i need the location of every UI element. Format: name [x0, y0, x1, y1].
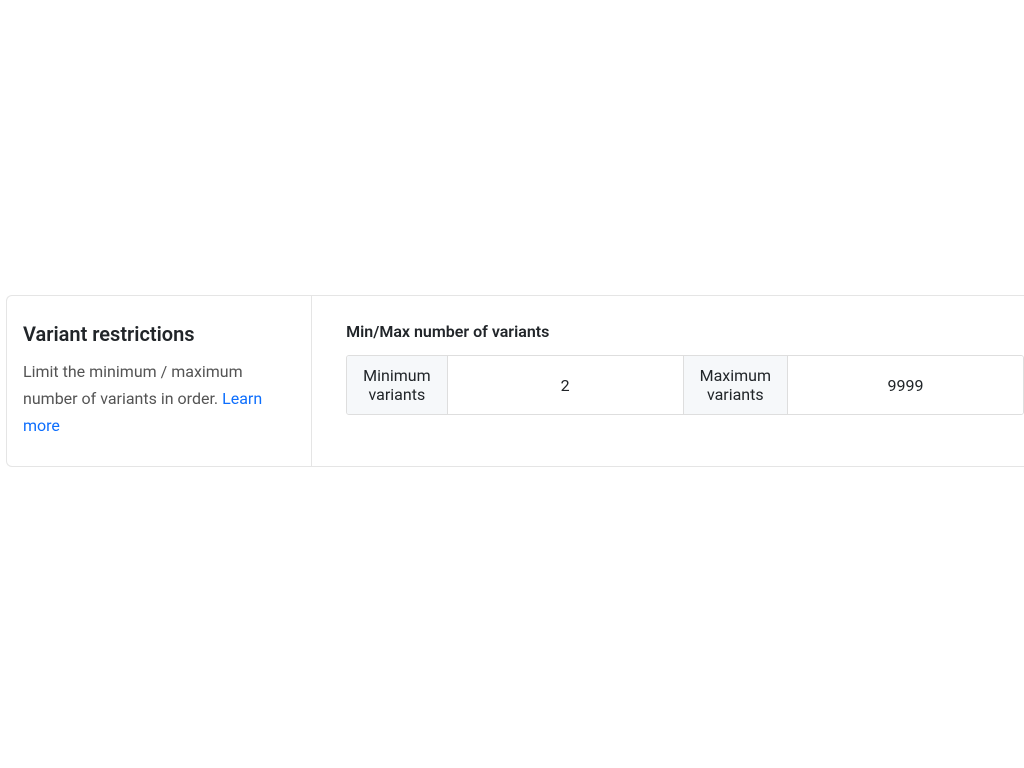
variant-restrictions-card: Variant restrictions Limit the minimum /…: [6, 295, 1024, 467]
variant-restrictions-panel: Min/Max number of variants Minimum varia…: [312, 296, 1024, 466]
minimum-variants-input[interactable]: [448, 356, 684, 414]
variant-restrictions-sidebar: Variant restrictions Limit the minimum /…: [7, 296, 312, 466]
section-description: Limit the minimum / maximum number of va…: [23, 358, 289, 440]
maximum-variants-input[interactable]: [788, 356, 1023, 414]
section-title: Variant restrictions: [23, 322, 289, 346]
variant-row: Minimum variants Maximum variants: [346, 355, 1024, 415]
minimum-variants-label: Minimum variants: [347, 356, 447, 414]
section-description-text: Limit the minimum / maximum number of va…: [23, 362, 243, 408]
panel-title: Min/Max number of variants: [346, 322, 1024, 341]
maximum-variants-label: Maximum variants: [684, 356, 788, 414]
